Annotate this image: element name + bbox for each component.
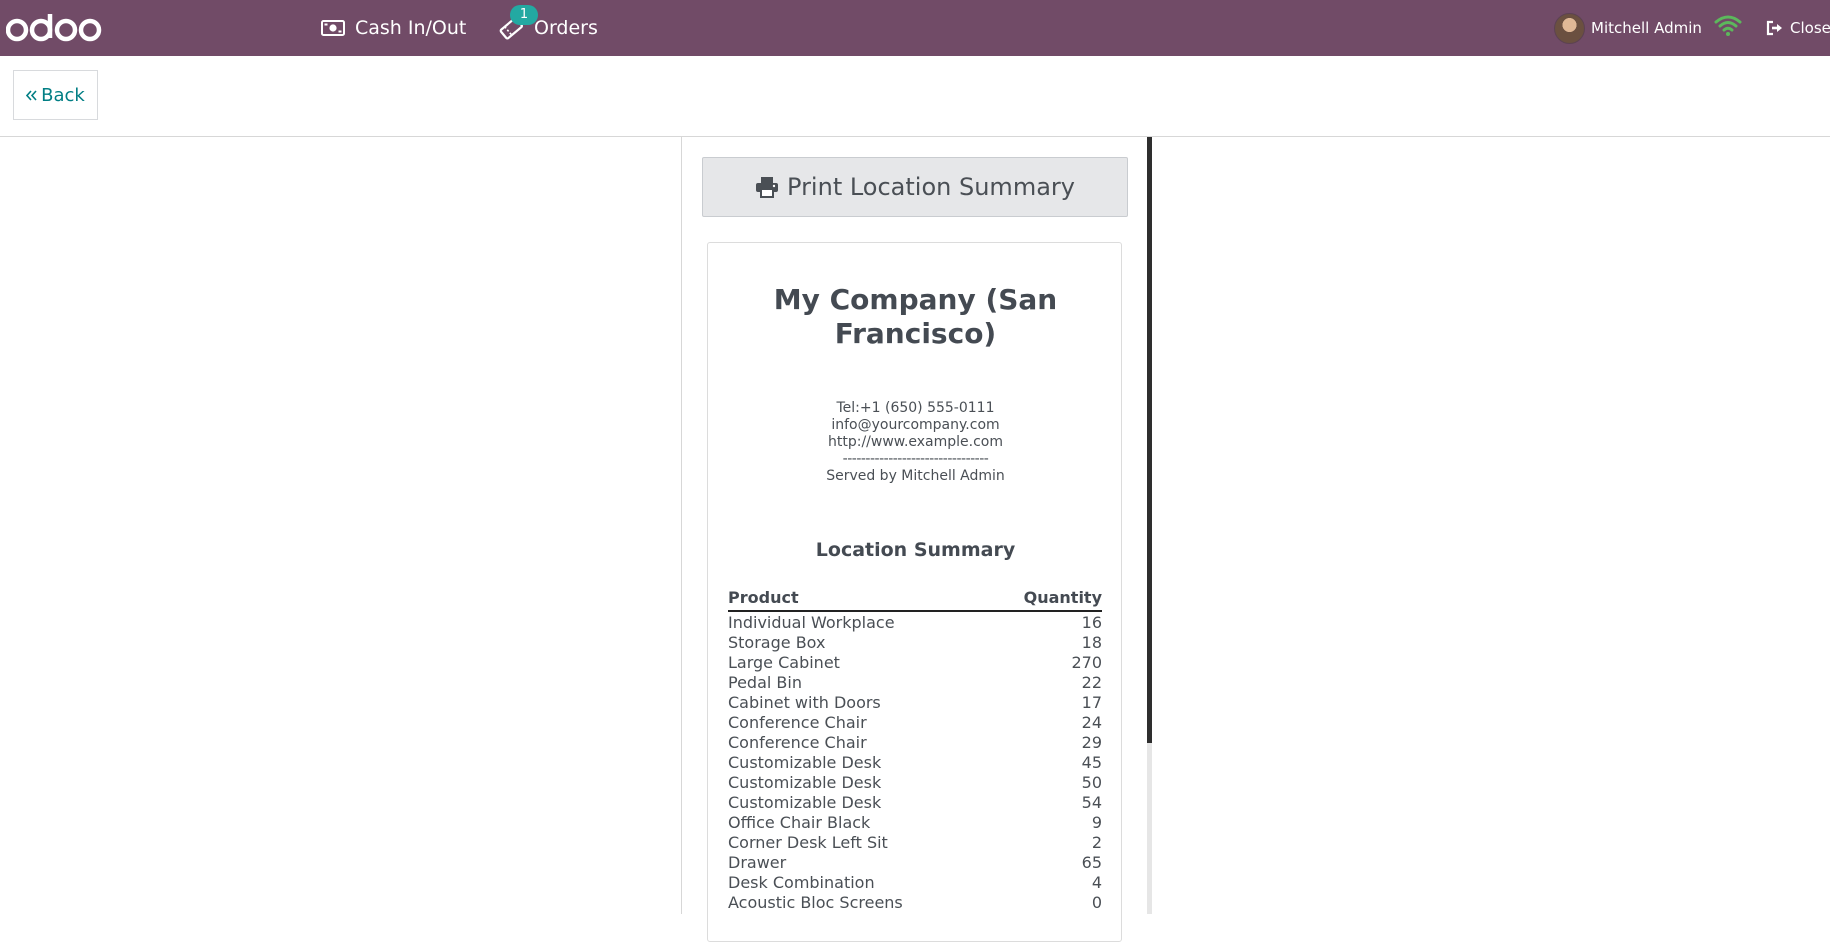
company-name-line2: Francisco) (834, 317, 997, 350)
quantity-cell: 45 (1081, 753, 1102, 772)
product-cell: Customizable Desk (728, 753, 882, 772)
company-name-line1: My Company (San (773, 283, 1058, 316)
quantity-cell: 270 (1071, 653, 1102, 672)
product-cell: Conference Chair (728, 733, 867, 752)
product-cell: Individual Workplace (728, 613, 895, 632)
table-row: Large Cabinet 270 (728, 653, 1102, 673)
avatar (1554, 12, 1585, 44)
quantity-cell: 54 (1081, 793, 1102, 812)
separator-line: -------------------------------- (842, 451, 989, 467)
receipt-screen: Print Location Summary My Company (San F… (0, 137, 1830, 942)
quantity-cell: 29 (1081, 733, 1102, 752)
location-summary-table: Product Quantity Individual Workplace 16 … (728, 588, 1102, 913)
product-cell: Corner Desk Left Sit (728, 833, 888, 852)
cash-in-out-button[interactable]: Cash In/Out (321, 0, 466, 56)
product-cell: Customizable Desk (728, 773, 882, 792)
table-row: Customizable Desk 45 (728, 753, 1102, 773)
table-header: Product Quantity (728, 588, 1102, 612)
table-row: Desk Combination 4 (728, 873, 1102, 893)
served-by: Served by Mitchell Admin (826, 468, 1005, 484)
product-cell: Conference Chair (728, 713, 867, 732)
user-name: Mitchell Admin (1591, 19, 1702, 37)
sign-out-icon (1766, 20, 1782, 36)
top-navbar: Cash In/Out 1 Orders Mitchell Admin Clos… (0, 0, 1830, 56)
company-contact: Tel:+1 (650) 555-0111 info@yourcompany.c… (708, 400, 1123, 485)
product-cell: Acoustic Bloc Screens (728, 893, 903, 912)
printer-icon (756, 177, 779, 198)
table-row: Acoustic Bloc Screens 0 (728, 893, 1102, 913)
table-body: Individual Workplace 16 Storage Box 18 Lar… (728, 612, 1102, 913)
back-button[interactable]: Back (13, 70, 98, 120)
orders-button[interactable]: 1 Orders (498, 0, 598, 56)
print-location-summary-button[interactable]: Print Location Summary (702, 157, 1128, 217)
table-row: Office Chair Black 9 (728, 813, 1102, 833)
table-row: Individual Workplace 16 (728, 613, 1102, 633)
quantity-cell: 2 (1091, 833, 1102, 852)
quantity-cell: 17 (1081, 693, 1102, 712)
orders-label: Orders (534, 17, 598, 39)
product-cell: Pedal Bin (728, 673, 802, 692)
close-label: Close (1790, 19, 1830, 37)
user-menu[interactable]: Mitchell Admin (1554, 0, 1702, 56)
control-bar: Back (0, 56, 1830, 137)
column-header-product: Product (728, 588, 799, 607)
orders-count-badge: 1 (510, 5, 538, 25)
table-row: Drawer 65 (728, 853, 1102, 873)
orders-icon-wrap: 1 (498, 5, 538, 41)
table-row: Customizable Desk 54 (728, 793, 1102, 813)
quantity-cell: 9 (1091, 813, 1102, 832)
double-chevron-left-icon (26, 89, 37, 101)
product-cell: Desk Combination (728, 873, 875, 892)
product-cell: Storage Box (728, 633, 826, 652)
product-cell: Cabinet with Doors (728, 693, 881, 712)
back-label: Back (41, 84, 85, 106)
quantity-cell: 22 (1081, 673, 1102, 692)
print-button-label: Print Location Summary (787, 173, 1075, 201)
table-row: Cabinet with Doors 17 (728, 693, 1102, 713)
quantity-cell: 18 (1081, 633, 1102, 652)
company-name: My Company (San Francisco) (708, 283, 1123, 351)
quantity-cell: 0 (1091, 893, 1102, 912)
quantity-cell: 50 (1081, 773, 1102, 792)
quantity-cell: 24 (1081, 713, 1102, 732)
money-icon (321, 20, 345, 36)
column-header-quantity: Quantity (1023, 588, 1102, 607)
odoo-logo (6, 14, 102, 42)
close-session-button[interactable]: Close (1766, 0, 1830, 56)
product-cell: Office Chair Black (728, 813, 871, 832)
product-cell: Drawer (728, 853, 787, 872)
company-phone: Tel:+1 (650) 555-0111 (836, 400, 995, 416)
table-row: Storage Box 18 (728, 633, 1102, 653)
table-row: Customizable Desk 50 (728, 773, 1102, 793)
table-row: Pedal Bin 22 (728, 673, 1102, 693)
location-summary-title: Location Summary (815, 539, 1016, 561)
table-row: Conference Chair 29 (728, 733, 1102, 753)
quantity-cell: 4 (1091, 873, 1102, 892)
cash-in-out-label: Cash In/Out (355, 17, 467, 39)
company-website: http://www.example.com (827, 434, 1003, 450)
wifi-icon[interactable] (1714, 13, 1742, 37)
receipt-paper: My Company (San Francisco) Tel:+1 (650) … (707, 242, 1122, 942)
table-row: Conference Chair 24 (728, 713, 1102, 733)
quantity-cell: 65 (1081, 853, 1102, 872)
company-email: info@yourcompany.com (831, 417, 1000, 433)
scrollbar-thumb[interactable] (1147, 137, 1152, 743)
product-cell: Customizable Desk (728, 793, 882, 812)
product-cell: Large Cabinet (728, 653, 840, 672)
table-row: Corner Desk Left Sit 2 (728, 833, 1102, 853)
quantity-cell: 16 (1081, 613, 1102, 632)
